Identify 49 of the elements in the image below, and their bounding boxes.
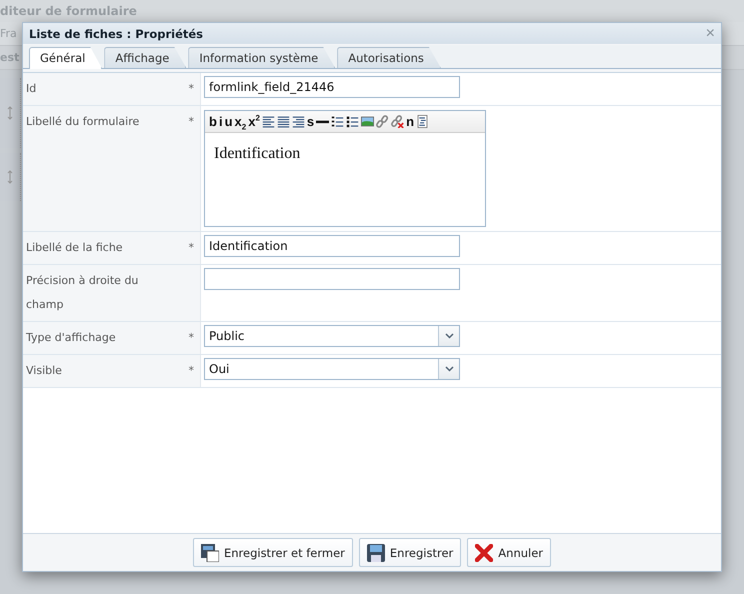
field-label: Précision à droite du champ [26,273,140,313]
required-marker: * [188,81,194,97]
required-marker: * [188,114,194,130]
format-button[interactable]: n [405,114,416,128]
unlink-icon[interactable] [390,115,406,128]
chevron-down-icon [444,366,454,372]
tab[interactable]: Général [29,47,102,69]
dialog-button[interactable]: Annuler [467,538,552,567]
format-button[interactable]: x$_{2}$ [234,114,248,128]
save-window-icon [200,544,219,562]
dialog-button[interactable]: Enregistrer et fermer [192,538,353,567]
text-field[interactable]: Identification [204,235,460,257]
required-marker: * [188,363,194,379]
format-button[interactable]: s [306,114,316,128]
field-label: Visible [26,363,63,379]
tab[interactable]: Information système [188,47,336,68]
tab[interactable]: Autorisations [337,47,441,68]
dialog-title: Liste de fiches : Propriétés [29,26,204,40]
dropdown[interactable]: Public [204,325,460,347]
tab[interactable]: Affichage [104,47,186,68]
field-label: Type d'affichage [26,330,117,346]
link-icon[interactable] [375,115,390,128]
document-icon[interactable] [415,115,430,128]
format-button[interactable]: b [208,114,218,128]
text-field[interactable]: formlink_field_21446 [204,76,460,98]
cross-icon [475,544,494,562]
format-button[interactable]: i [218,114,224,128]
image-icon[interactable] [360,115,376,128]
resize-handle-icon [7,106,13,120]
resize-handle-icon [7,170,13,184]
field-label: Libellé de la fiche [26,240,124,256]
rich-text-editor[interactable]: b i ux$_{2}$ x$^{2}$ s n Identification [204,110,486,227]
editor-text: Identification [213,144,302,164]
align-left-icon[interactable] [260,115,276,128]
numbered-list-icon[interactable] [330,115,346,128]
text-field[interactable] [204,268,460,290]
format-button[interactable]: u [224,114,234,128]
dialog-button[interactable]: Enregistrer [358,538,462,567]
required-marker: * [188,330,194,346]
format-button[interactable]: x$^{2}$ [247,114,261,128]
align-right-icon[interactable] [290,115,306,128]
bullet-list-icon[interactable] [345,115,360,128]
field-label: Libellé du formulaire [26,114,140,130]
dropdown[interactable]: Oui [204,358,460,380]
field-label: Id [26,81,38,97]
chevron-down-icon [444,333,454,339]
background-window-title: diteur de formulaire [0,0,744,22]
required-marker: * [188,240,194,256]
justify-icon[interactable] [276,115,291,128]
